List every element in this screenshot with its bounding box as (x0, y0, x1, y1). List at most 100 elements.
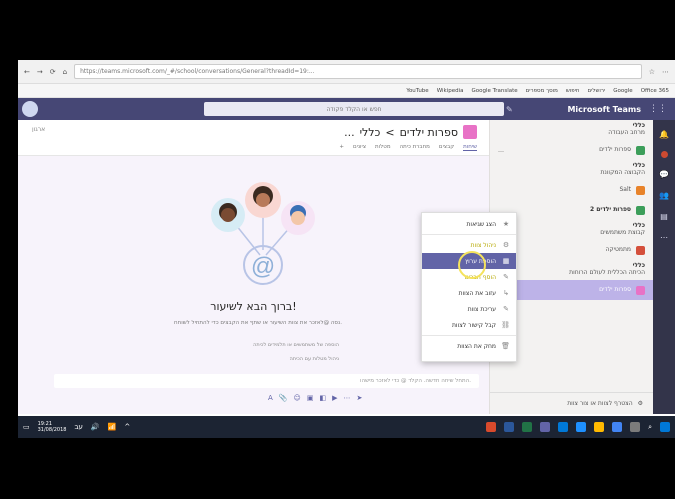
page-title: ספרות ילדים > כללי ... (344, 125, 477, 139)
welcome-title: ברוך הבא לשיעור! (210, 300, 297, 313)
search-icon[interactable]: ⌕ (648, 423, 652, 432)
gif-icon[interactable]: ▣ (307, 394, 314, 402)
hint-add-members[interactable]: הוספה של משתמשים או תלמידים לכיתה (253, 342, 339, 348)
chat-icon[interactable]: 💬 (659, 170, 669, 179)
channel-header: ארגון ספרות ילדים > כללי ... שיחות קבצים… (18, 120, 489, 156)
language-indicator[interactable]: עב (74, 423, 82, 431)
app-rail: 🔔 💬 👥 ▤ ⋯ (653, 120, 675, 414)
send-icon[interactable]: ➤ (356, 394, 362, 402)
tab-posts[interactable]: שיחות (463, 144, 477, 151)
bookmark-item[interactable]: ירושלים (588, 88, 606, 94)
search-input[interactable]: חפש או הקלד פקודה (204, 102, 504, 116)
volume-icon[interactable]: 🔊 (91, 423, 100, 431)
task-view-icon[interactable] (630, 422, 641, 432)
browser-address-bar: ← → ⟳ ⌂ https://teams.microsoft.com/_#/s… (18, 60, 675, 84)
activity-icon[interactable]: 🔔 (659, 130, 669, 139)
add-tab-button[interactable]: + (339, 144, 344, 151)
teams-icon[interactable]: 👥 (659, 191, 669, 200)
forward-icon[interactable]: → (37, 68, 43, 76)
format-icon[interactable]: A (268, 394, 273, 402)
edge-icon[interactable] (576, 422, 587, 432)
video-letterbox (0, 60, 18, 438)
menu-item-hide[interactable]: ★ הצג שגיאות (422, 216, 516, 232)
channel-pane: ארגון ספרות ילדים > כללי ... שיחות קבצים… (18, 120, 489, 414)
team-context-menu: ★ הצג שגיאות ⚙ ניהול צוות ▦ הוספת ערוץ ✎… (421, 212, 517, 362)
message-composer[interactable]: התחל שיחה חדשה. הקלד @ כדי לאזכר מישהו. (54, 374, 479, 388)
gear-icon: ⚙ (502, 241, 510, 249)
powerpoint-icon[interactable] (486, 422, 497, 432)
tab-assignments[interactable]: מטלות (375, 144, 391, 151)
bookmark-item[interactable]: Google Translate (472, 88, 518, 94)
emoji-icon[interactable]: ☺ (294, 394, 301, 402)
welcome-subtitle: נסה @לאזכר את צוות השיעור או שתף את הקבצ… (174, 320, 342, 326)
word-icon[interactable] (504, 422, 515, 432)
url-field[interactable]: https://teams.microsoft.com/_#/school/co… (74, 64, 642, 79)
app-launcher-icon[interactable]: ⋮⋮ (649, 104, 667, 114)
taskbar-clock[interactable]: 19:21 31/08/2018 (38, 421, 67, 433)
attach-icon[interactable]: 📎 (279, 394, 288, 402)
team-icon (636, 245, 645, 255)
bookmark-item[interactable]: Google (613, 88, 632, 94)
add-member-icon: ✎ (503, 273, 509, 281)
list-item[interactable]: ספרות ילדים … (490, 140, 653, 160)
svg-text:@: @ (251, 253, 275, 280)
new-chat-icon[interactable]: ✎ (506, 105, 513, 114)
trash-icon: 🗑 (501, 342, 510, 350)
back-icon[interactable]: ← (24, 68, 30, 76)
menu-item-delete-team[interactable]: 🗑 מחק את הצוות (422, 338, 516, 354)
avatar[interactable] (22, 101, 38, 117)
chrome-icon[interactable] (612, 422, 623, 432)
teams-icon[interactable] (540, 422, 551, 432)
more-apps-icon[interactable]: ⋯ (660, 233, 668, 242)
star-icon: ★ (502, 220, 510, 228)
join-team-link[interactable]: ⚙ הצטרף לצוות או צור צוות (490, 392, 653, 414)
teams-header: חפש או הקלד פקודה ✎ Microsoft Teams ⋮⋮ (18, 98, 675, 120)
edit-icon: ✎ (503, 305, 509, 313)
more-options-icon[interactable]: ⋯ (343, 394, 350, 402)
list-item[interactable]: כללי הקבוצה המקוונת (490, 160, 653, 180)
sticker-icon[interactable]: ◧ (319, 394, 326, 402)
app-title: Microsoft Teams (567, 104, 641, 114)
org-label[interactable]: ארגון (32, 126, 45, 133)
reload-icon[interactable]: ⟳ (50, 68, 56, 76)
file-explorer-icon[interactable] (594, 422, 605, 432)
store-icon[interactable] (558, 422, 569, 432)
menu-item-get-link[interactable]: ⛓ קבל קישור לצוות (422, 317, 516, 333)
team-icon (636, 205, 645, 215)
add-team-icon: ⚙ (637, 400, 643, 407)
tray-expand-icon[interactable]: ^ (124, 423, 130, 431)
screen: ← → ⟳ ⌂ https://teams.microsoft.com/_#/s… (18, 60, 675, 438)
home-icon[interactable]: ⌂ (63, 68, 67, 76)
bookmark-item[interactable]: Wikipedia (437, 88, 464, 94)
excel-icon[interactable] (522, 422, 533, 432)
menu-dots-icon[interactable]: ⋯ (662, 68, 669, 76)
link-icon: ⛓ (501, 321, 510, 329)
assignments-icon[interactable]: ▤ (660, 212, 668, 221)
list-item[interactable]: כללי מרחב העבודה (490, 120, 653, 140)
list-item[interactable]: Salt (490, 180, 653, 200)
more-options-icon[interactable]: … (498, 147, 504, 154)
team-icon (636, 185, 645, 195)
composer-toolbar: A 📎 ☺ ▣ ◧ ▶ ⋯ ➤ (268, 394, 362, 402)
menu-item-leave-team[interactable]: ↳ עזוב את הצוות (422, 285, 516, 301)
add-channel-icon: ▦ (502, 257, 510, 265)
meeting-icon[interactable]: ▶ (332, 394, 337, 402)
bookmarks-bar: Office 365 Google ירושלים חיפוש מוסך מספ… (18, 84, 675, 98)
divider (422, 234, 516, 235)
tab-grades[interactable]: ציונים (353, 144, 366, 151)
bookmark-item[interactable]: YouTube (406, 88, 428, 94)
notification-icon[interactable]: ▭ (23, 423, 30, 431)
menu-item-edit-team[interactable]: ✎ עריכת צוות (422, 301, 516, 317)
network-icon[interactable]: 📶 (108, 423, 117, 431)
tab-notebook[interactable]: מחברת כיתה (400, 144, 430, 151)
tab-files[interactable]: קבצים (439, 144, 454, 151)
bookmark-item[interactable]: Office 365 (641, 88, 669, 94)
favorite-icon[interactable]: ☆ (649, 68, 655, 76)
hint-assignments[interactable]: ניהול מטלות עם הכיתה (289, 356, 339, 362)
windows-start-icon[interactable] (660, 422, 670, 432)
bookmark-item[interactable]: חיפוש (566, 88, 580, 94)
bookmark-item[interactable]: מוסך מספרים (526, 88, 558, 94)
more-options-icon[interactable]: ... (344, 126, 355, 139)
divider (422, 335, 516, 336)
cursor-highlight (458, 251, 486, 279)
